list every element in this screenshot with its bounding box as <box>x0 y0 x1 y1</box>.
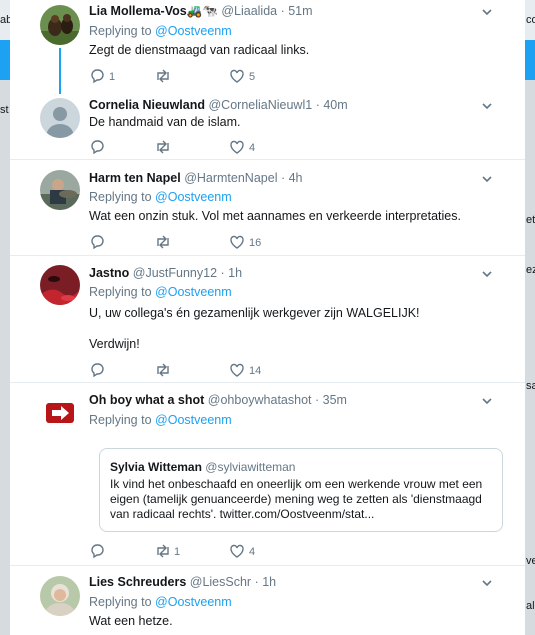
quoted-user-name: Sylvia Witteman <box>110 460 202 474</box>
tweet-actions: 4 <box>89 139 389 155</box>
replying-to: Replying to @Oostveenm <box>89 190 232 204</box>
user-handle[interactable]: @JustFunny12 <box>133 266 217 280</box>
heart-icon <box>230 235 244 249</box>
tweet-header: Oh boy what a shot @ohboywhatashot · 35m <box>89 393 347 407</box>
tweet-header: Lia Mollema-Vos🚜🐄 @Liaalida · 51m <box>89 4 313 18</box>
user-handle[interactable]: @Liaalida <box>221 4 277 18</box>
tweet-header: Lies Schreuders @LiesSchr · 1h <box>89 575 277 589</box>
tweet-actions: 1 5 <box>89 68 389 84</box>
background-text: ez <box>526 264 535 276</box>
like-count: 4 <box>249 546 256 558</box>
tweet-actions: 14 <box>89 362 389 378</box>
heart-icon <box>230 544 244 558</box>
user-handle[interactable]: @HarmtenNapel <box>184 171 277 185</box>
heart-icon <box>230 69 244 83</box>
avatar[interactable] <box>40 265 80 305</box>
replying-to: Replying to @Oostveenm <box>89 285 232 299</box>
background-text: ve <box>526 555 535 567</box>
quoted-tweet-text: Ik vind het onbeschaafd en oneerlijk om … <box>110 477 483 521</box>
replying-to: Replying to @Oostveenm <box>89 24 232 38</box>
chevron-down-icon[interactable] <box>481 6 493 18</box>
tweet[interactable]: Harm ten Napel @HarmtenNapel · 4h Replyi… <box>10 160 525 256</box>
tweet-text: Zegt de dienstmaagd van radicaal links. <box>89 43 310 57</box>
background-text: sa <box>526 380 535 392</box>
timestamp[interactable]: 4h <box>289 171 303 185</box>
tweet[interactable]: Lies Schreuders @LiesSchr · 1h Replying … <box>10 566 525 635</box>
replying-to: Replying to @Oostveenm <box>89 595 232 609</box>
tweet-text-line-2: Verdwijn! <box>89 337 140 351</box>
user-handle[interactable]: @ohboywhatashot <box>208 393 312 407</box>
retweet-icon <box>157 544 169 558</box>
user-name[interactable]: Cornelia Nieuwland <box>89 98 205 112</box>
background-text: et <box>526 214 535 226</box>
reply-icon <box>91 140 104 155</box>
tweet-text: De handmaid van de islam. <box>89 115 241 129</box>
tweet-text: Wat een hetze. <box>89 614 173 628</box>
retweet-icon <box>157 363 169 377</box>
quoted-tweet[interactable]: Sylvia Witteman @sylviawitteman Ik vind … <box>99 448 503 532</box>
chevron-down-icon[interactable] <box>481 268 493 280</box>
tweet-actions: 1 4 <box>89 543 389 559</box>
like-count: 16 <box>249 237 262 249</box>
reply-to-link[interactable]: @Oostveenm <box>155 595 232 609</box>
retweet-count: 1 <box>174 546 181 558</box>
tweet-header: Cornelia Nieuwland @CorneliaNieuwl1 · 40… <box>89 98 348 112</box>
reply-icon <box>91 544 104 559</box>
retweet-icon <box>157 140 169 154</box>
reply-count: 1 <box>109 71 116 83</box>
chevron-down-icon[interactable] <box>481 100 493 112</box>
heart-icon <box>230 363 244 377</box>
tweet[interactable]: Lia Mollema-Vos🚜🐄 @Liaalida · 51m Replyi… <box>10 0 525 94</box>
reply-icon <box>91 69 104 84</box>
chevron-down-icon[interactable] <box>481 577 493 589</box>
avatar[interactable] <box>40 393 80 433</box>
tweet-header: Jastno @JustFunny12 · 1h <box>89 266 243 280</box>
timestamp[interactable]: 51m <box>288 4 312 18</box>
timestamp[interactable]: 1h <box>262 575 276 589</box>
avatar[interactable] <box>40 98 80 138</box>
quoted-tweet-header: Sylvia Witteman @sylviawitteman <box>110 460 295 474</box>
user-name[interactable]: Harm ten Napel <box>89 171 181 185</box>
reply-to-link[interactable]: @Oostveenm <box>155 285 232 299</box>
background-text: co <box>526 14 535 26</box>
background-text: al <box>526 600 535 612</box>
background-text: st <box>0 104 9 116</box>
timestamp[interactable]: 35m <box>323 393 347 407</box>
user-name[interactable]: Jastno <box>89 266 129 280</box>
avatar[interactable] <box>40 170 80 210</box>
avatar[interactable] <box>40 576 80 616</box>
like-count: 5 <box>249 71 256 83</box>
user-name[interactable]: Oh boy what a shot <box>89 393 204 407</box>
timestamp[interactable]: 40m <box>323 98 347 112</box>
retweet-icon <box>157 235 169 249</box>
user-handle[interactable]: @LiesSchr <box>190 575 251 589</box>
quoted-user-handle: @sylviawitteman <box>205 460 296 474</box>
user-name[interactable]: Lia Mollema-Vos🚜🐄 <box>89 4 218 18</box>
tweet[interactable]: Jastno @JustFunny12 · 1h Replying to @Oo… <box>10 256 525 383</box>
retweet-icon <box>157 69 169 83</box>
heart-icon <box>230 140 244 154</box>
reply-to-link[interactable]: @Oostveenm <box>155 190 232 204</box>
chevron-down-icon[interactable] <box>481 173 493 185</box>
reply-to-link[interactable]: @Oostveenm <box>155 24 232 38</box>
avatar[interactable] <box>40 5 80 45</box>
user-name[interactable]: Lies Schreuders <box>89 575 186 589</box>
replies-panel: Lia Mollema-Vos🚜🐄 @Liaalida · 51m Replyi… <box>10 0 525 635</box>
chevron-down-icon[interactable] <box>481 395 493 407</box>
tweet-actions: 16 <box>89 234 389 250</box>
like-count: 4 <box>249 142 256 154</box>
tweet-text: U, uw collega's én gezamenlijk werkgever… <box>89 306 420 320</box>
tweet-header: Harm ten Napel @HarmtenNapel · 4h <box>89 171 303 185</box>
user-handle[interactable]: @CorneliaNieuwl1 <box>208 98 312 112</box>
reply-icon <box>91 235 104 250</box>
tweet[interactable]: Cornelia Nieuwland @CorneliaNieuwl1 · 40… <box>10 88 525 160</box>
replying-to: Replying to @Oostveenm <box>89 413 232 427</box>
like-count: 14 <box>249 365 262 377</box>
reply-icon <box>91 363 104 378</box>
timestamp[interactable]: 1h <box>228 266 242 280</box>
tweet-text: Wat een onzin stuk. Vol met aannames en … <box>89 209 461 223</box>
reply-to-link[interactable]: @Oostveenm <box>155 413 232 427</box>
